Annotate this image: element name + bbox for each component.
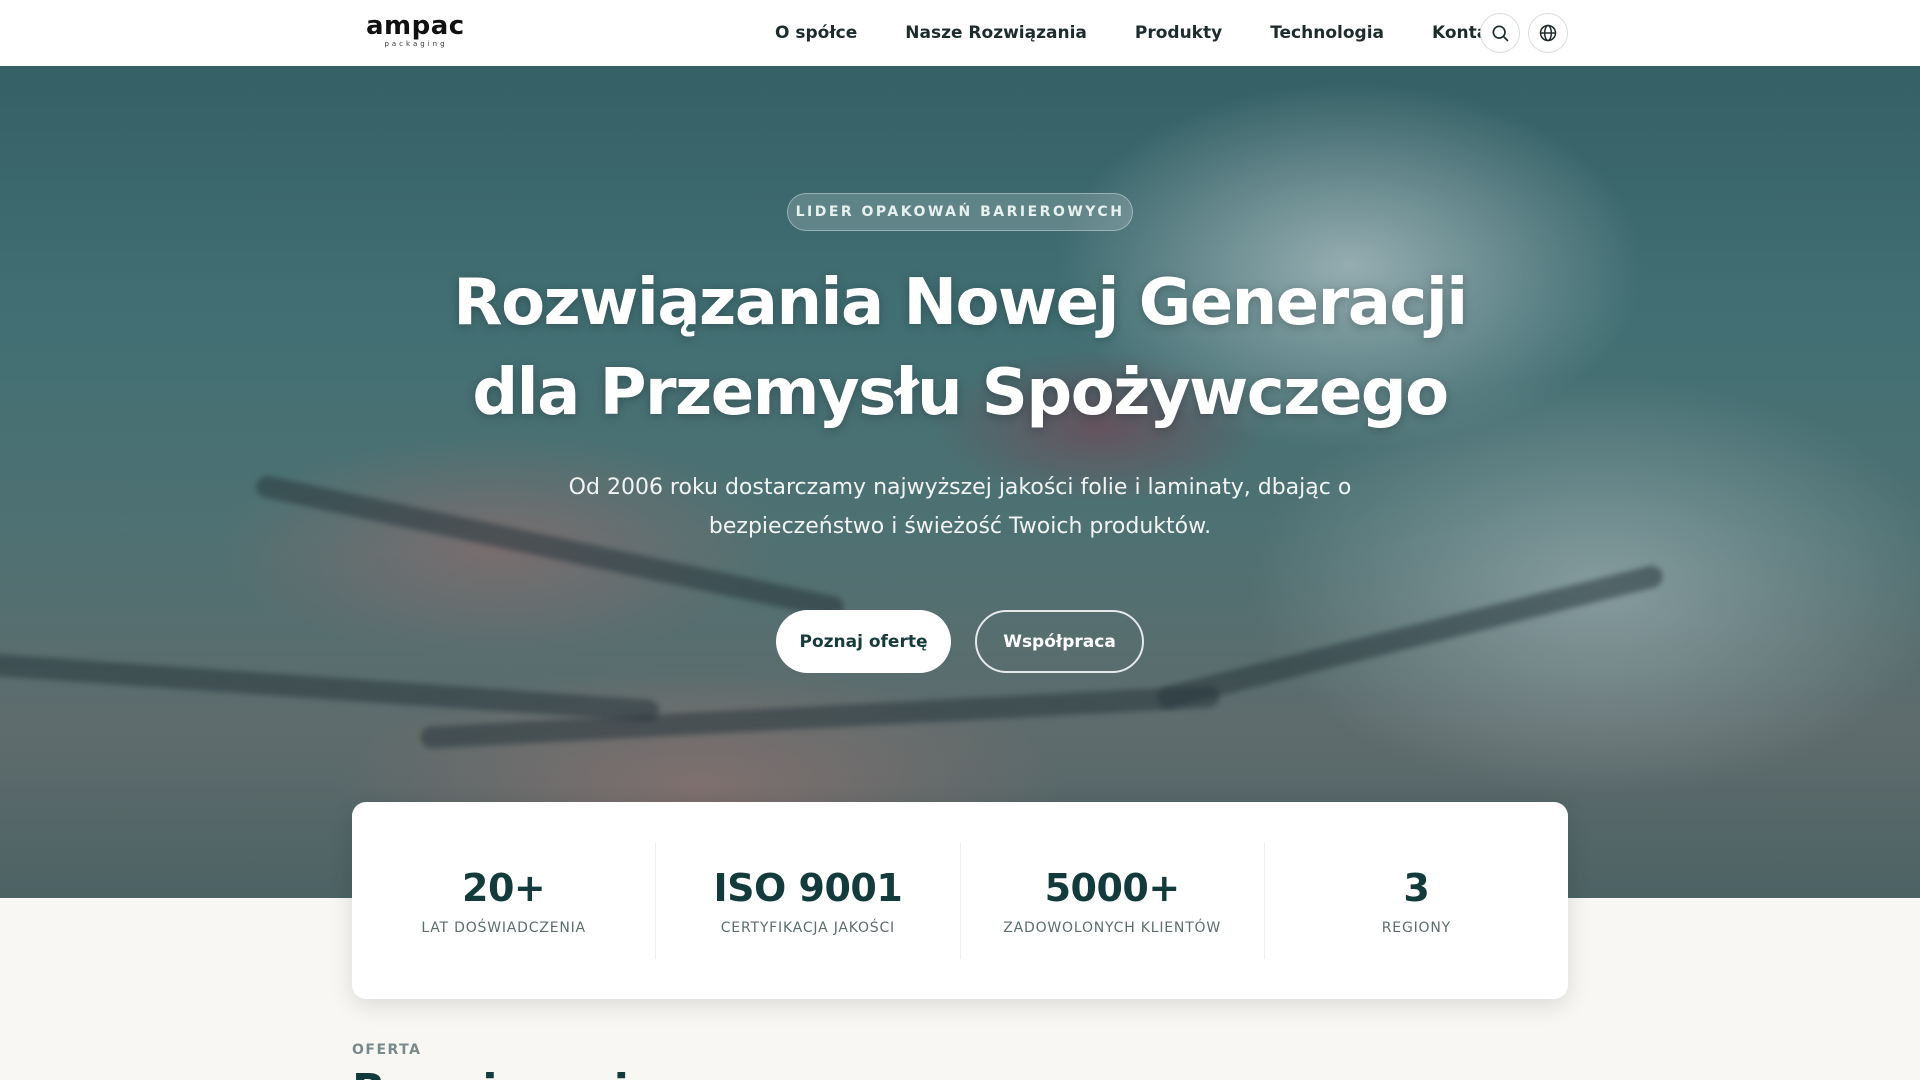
- stat-label: CERTYFIKACJA JAKOŚCI: [720, 919, 895, 936]
- nav-item-nasze-rozwiazania[interactable]: Nasze Rozwiązania: [905, 23, 1087, 43]
- stat-value: 20+: [462, 865, 546, 910]
- ampac-logo[interactable]: ampac packaging: [366, 13, 476, 51]
- nav-item-o-spolce[interactable]: O spółce: [775, 23, 857, 43]
- stat-experience: 20+ LAT DOŚWIADCZENIA: [352, 842, 657, 959]
- logo-tagline: packaging: [384, 40, 448, 48]
- search-button[interactable]: [1480, 13, 1520, 53]
- globe-icon: [1539, 24, 1557, 42]
- main-menu: O spółce Nasze Rozwiązania Produkty Tech…: [775, 0, 1508, 66]
- stat-label: LAT DOŚWIADCZENIA: [421, 919, 586, 936]
- language-button[interactable]: [1528, 13, 1568, 53]
- poznaj-oferte-button[interactable]: Poznaj ofertę: [776, 610, 951, 673]
- stat-certification: ISO 9001 CERTYFIKACJA JAKOŚCI: [656, 842, 961, 959]
- hero-background-image: [1155, 563, 1665, 711]
- stat-label: ZADOWOLONYCH KLIENTÓW: [1003, 919, 1222, 936]
- stat-label: REGIONY: [1381, 919, 1451, 936]
- nav-item-technologia[interactable]: Technologia: [1270, 23, 1384, 43]
- stats-card: 20+ LAT DOŚWIADCZENIA ISO 9001 CERTYFIKA…: [352, 802, 1568, 999]
- hero-badge: LIDER OPAKOWAŃ BARIEROWYCH: [787, 193, 1133, 231]
- stat-clients: 5000+ ZADOWOLONYCH KLIENTÓW: [961, 842, 1265, 959]
- stat-value: 5000+: [1044, 865, 1181, 910]
- top-navigation: ampac packaging O spółce Nasze Rozwiązan…: [0, 0, 1920, 66]
- logo-wordmark: ampac: [366, 11, 465, 41]
- hero-title: Rozwiązania Nowej Generacji dla Przemysł…: [360, 258, 1560, 438]
- section-title: Rozwiązania: [352, 1066, 659, 1080]
- hero-subtitle: Od 2006 roku dostarczamy najwyższej jako…: [568, 475, 1352, 539]
- hero-background-image: [0, 651, 660, 723]
- wspolpraca-button[interactable]: Współpraca: [975, 610, 1144, 673]
- nav-item-produkty[interactable]: Produkty: [1135, 23, 1222, 43]
- stat-value: 3: [1403, 865, 1430, 910]
- stat-value: ISO 9001: [713, 865, 903, 910]
- hero-title-line-1: Rozwiązania Nowej Generacji: [453, 266, 1468, 340]
- section-eyebrow: OFERTA: [352, 1042, 422, 1058]
- stat-regions: 3 REGIONY: [1265, 843, 1568, 959]
- hero-title-line-2: dla Przemysłu Spożywczego: [472, 356, 1449, 430]
- search-icon: [1492, 25, 1509, 42]
